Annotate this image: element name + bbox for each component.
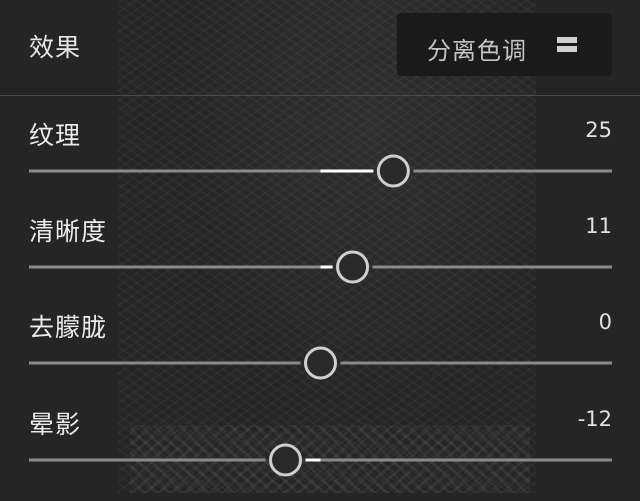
slider-knob[interactable]: [336, 250, 370, 284]
slider-knob[interactable]: [304, 346, 337, 380]
header-divider: [0, 95, 640, 96]
split-toning-label: 分离色调: [427, 37, 527, 65]
slider-row-clarity: 清晰度 11: [0, 212, 640, 308]
slider-knob[interactable]: [376, 154, 410, 188]
effects-panel-header: 效果 分离色调: [0, 0, 640, 94]
slider-clarity[interactable]: [0, 212, 640, 308]
slider-texture[interactable]: [0, 116, 640, 212]
panel-toggle-icon: [557, 37, 577, 52]
slider-row-dehaze: 去朦胧 0: [0, 308, 640, 404]
slider-knob[interactable]: [269, 443, 303, 477]
panel-title: 效果: [29, 33, 82, 62]
split-toning-button[interactable]: 分离色调: [397, 13, 612, 76]
slider-vignette[interactable]: [0, 405, 640, 493]
slider-dehaze[interactable]: [0, 308, 640, 404]
slider-row-texture: 纹理 25: [0, 116, 640, 212]
slider-row-vignette: 晕影 -12: [0, 405, 640, 501]
